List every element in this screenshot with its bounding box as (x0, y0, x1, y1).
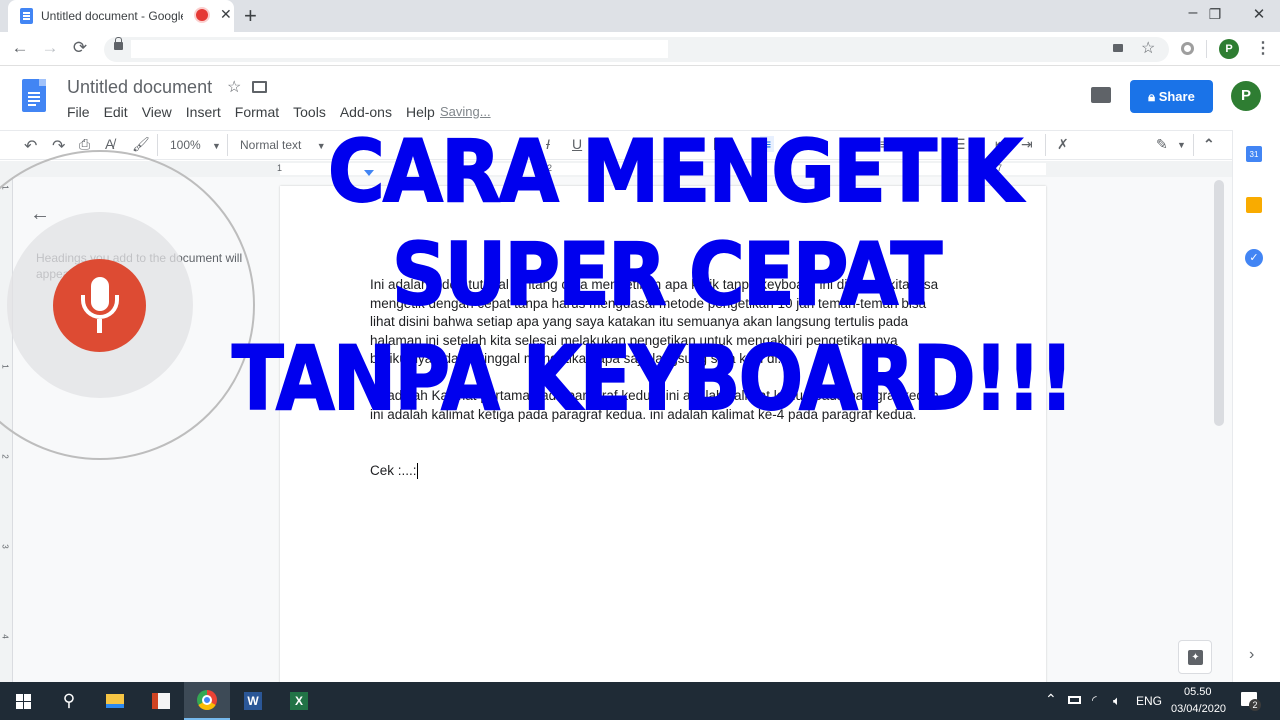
close-tab-icon[interactable]: ✕ (220, 6, 232, 23)
redo-icon[interactable]: ↷ (52, 136, 65, 156)
menu-file[interactable]: File (67, 104, 90, 120)
clock-time[interactable]: 05.50 (1184, 686, 1212, 698)
zoom-select[interactable]: 100% ▼ (170, 138, 221, 152)
paragraph-3[interactable]: Cek :...: (370, 462, 950, 481)
new-tab-button[interactable]: + (244, 3, 257, 29)
microphone-icon-stem (97, 319, 102, 333)
undo-icon[interactable]: ↶ (24, 136, 37, 156)
paragraph-3-text: Cek :...: (370, 463, 417, 478)
action-center-icon[interactable]: 2 (1241, 692, 1261, 711)
word-icon[interactable]: W (230, 682, 276, 720)
expand-panel-icon[interactable]: › (1249, 646, 1254, 664)
chrome-profile-avatar[interactable]: P (1219, 39, 1239, 59)
toolbar-divider (1045, 134, 1046, 156)
bookmark-star-icon[interactable]: ☆ (1141, 38, 1155, 58)
paint-format-icon[interactable]: 🖌︎ (132, 136, 150, 153)
reload-button[interactable]: ⟳ (68, 38, 92, 58)
start-button[interactable] (0, 682, 46, 720)
document-title[interactable]: Untitled document (67, 77, 212, 98)
account-avatar[interactable]: P (1231, 81, 1261, 111)
collapse-menus-icon[interactable]: ⌃ (1203, 136, 1215, 153)
menu-view[interactable]: View (142, 104, 172, 120)
zoom-value: 100% (170, 138, 201, 152)
ruler-label: 1 (277, 163, 283, 173)
ruler-label: 2 (0, 454, 10, 459)
lock-icon: 🔒︎ (1148, 89, 1159, 104)
overlay-title-line-2: SUPER CEPAT (391, 224, 943, 326)
star-icon[interactable]: ☆ (227, 77, 241, 97)
vertical-scrollbar[interactable] (1214, 180, 1224, 426)
toolbar-divider (157, 134, 158, 156)
excel-icon[interactable]: X (276, 682, 322, 720)
docs-logo[interactable] (22, 79, 46, 112)
tasks-icon[interactable]: ✓ (1245, 249, 1263, 267)
chevron-down-icon: ▼ (212, 141, 221, 151)
microphone-icon-cup (81, 295, 119, 319)
menu-format[interactable]: Format (235, 104, 279, 120)
chevron-down-icon: ▼ (316, 141, 326, 151)
toolbar-divider (227, 134, 228, 156)
search-icon[interactable]: ⚲ (46, 682, 92, 720)
chrome-taskbar-icon[interactable] (184, 682, 230, 720)
extension-icon[interactable] (1181, 42, 1194, 55)
explore-icon: ✦ (1188, 650, 1203, 665)
powerpoint-icon[interactable] (138, 682, 184, 720)
forward-button[interactable]: → (38, 38, 62, 58)
back-button[interactable]: ← (8, 38, 32, 58)
chevron-down-icon[interactable]: ▼ (1177, 140, 1186, 150)
clear-formatting-icon[interactable]: ✗ (1057, 136, 1069, 153)
style-select[interactable]: Normal text ▼ (240, 138, 326, 152)
style-value: Normal text (240, 138, 302, 152)
menu-tools[interactable]: Tools (293, 104, 326, 120)
file-explorer-icon[interactable] (92, 682, 138, 720)
show-hidden-icons[interactable]: ⌃ (1045, 691, 1057, 708)
editing-mode-icon[interactable]: ✎ (1156, 136, 1168, 153)
address-input[interactable] (131, 40, 668, 58)
wifi-icon[interactable]: ◜ (1092, 693, 1097, 707)
ruler-label: 4 (0, 634, 10, 639)
lock-icon[interactable] (114, 37, 123, 50)
save-status[interactable]: Saving... (440, 104, 491, 119)
ruler-label: 3 (0, 544, 10, 549)
close-window-button[interactable]: ✕ (1236, 5, 1280, 23)
chrome-menu-icon[interactable]: ⋮ (1255, 38, 1271, 58)
toolbar-divider (1206, 40, 1207, 58)
toolbar-divider (1193, 134, 1194, 156)
keep-icon[interactable] (1246, 197, 1262, 213)
language-indicator[interactable]: ENG (1136, 694, 1162, 708)
microphone-button[interactable] (53, 259, 146, 352)
battery-icon[interactable] (1068, 696, 1081, 704)
restore-button[interactable]: ❐ (1192, 6, 1238, 23)
tab-title: Untitled document - Google Docs (41, 9, 183, 23)
calendar-icon[interactable]: 31 (1246, 146, 1262, 162)
docs-favicon (20, 8, 33, 24)
menu-bar: File Edit View Insert Format Tools Add-o… (67, 104, 449, 120)
share-label: Share (1158, 89, 1195, 104)
menu-edit[interactable]: Edit (104, 104, 128, 120)
camera-icon[interactable] (1113, 44, 1123, 52)
share-button[interactable]: 🔒︎ Share (1130, 80, 1213, 113)
text-cursor (416, 463, 419, 480)
menu-addons[interactable]: Add-ons (340, 104, 392, 120)
browser-tab[interactable]: Untitled document - Google Docs ✕ (8, 0, 234, 32)
menu-insert[interactable]: Insert (186, 104, 221, 120)
clock-date[interactable]: 03/04/2020 (1171, 703, 1226, 715)
move-folder-icon[interactable] (252, 81, 267, 93)
recording-icon (196, 9, 208, 21)
overlay-title-line-1: CARA MENGETIK (327, 121, 1023, 223)
explore-button[interactable]: ✦ (1178, 640, 1212, 674)
increase-indent-icon[interactable]: ⇥ (1021, 136, 1033, 153)
menu-help[interactable]: Help (406, 104, 435, 120)
comment-history-icon[interactable] (1091, 87, 1111, 103)
notification-badge: 2 (1249, 699, 1261, 711)
overlay-title-line-3: TANPA KEYBOARD!!! (231, 326, 1075, 431)
volume-icon[interactable]: 🔈︎ (1113, 693, 1121, 709)
windows-icon (15, 693, 31, 709)
